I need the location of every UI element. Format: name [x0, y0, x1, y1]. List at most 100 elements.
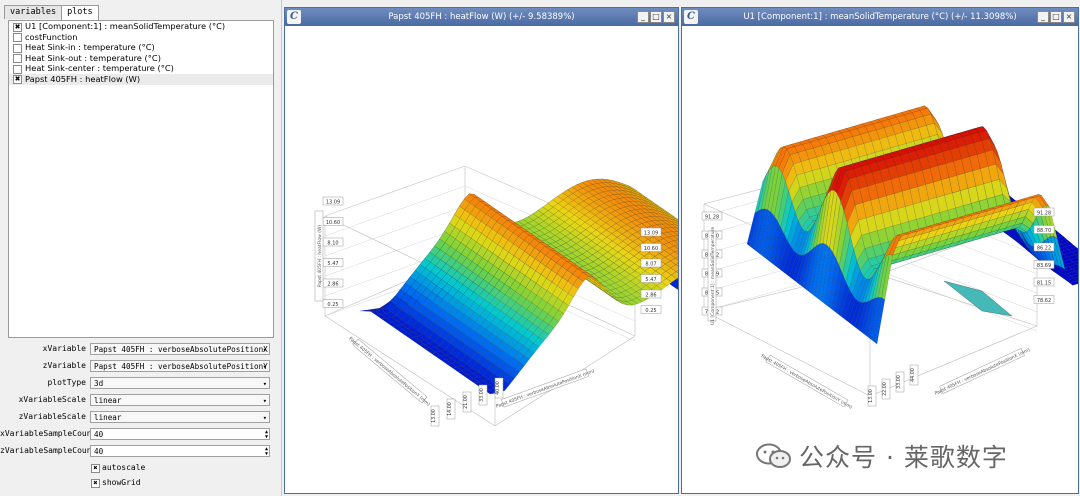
surface-plot-3d[interactable]: 13.09 10.60 8.10 5.47 2.86 0.25 13.09 10.60 8.07… — [285, 26, 678, 493]
z-axis-title: Papst 405FH : heatFlow (W) — [317, 225, 323, 288]
z-variable-select[interactable]: Papst 405FH : verboseAbsolutePositionY (… — [90, 360, 270, 372]
dropdown-arrow-icon: ▾ — [262, 414, 267, 422]
z-scale-select[interactable]: linear ▾ — [90, 411, 270, 423]
x-variable-label: xVariable — [42, 344, 86, 353]
plot-list-item[interactable]: Heat Sink-center : temperature (°C) — [9, 63, 273, 74]
checkbox-checked-icon: ✖ — [91, 479, 100, 488]
y-axis-tick-label: 5.47 — [327, 261, 338, 267]
x-sample-value: 40 — [94, 430, 104, 439]
x-axis-tick-label: 33.00 — [896, 375, 902, 389]
x-scale-select[interactable]: linear ▾ — [90, 394, 270, 406]
depth-axis-title: Papst 405FH : verboseAbsolutePositionY (… — [760, 353, 853, 410]
x-variable-value: Papst 405FH : verboseAbsolutePositionX (… — [94, 345, 269, 354]
checkbox-unchecked-icon[interactable] — [13, 54, 22, 64]
dropdown-arrow-icon: ▾ — [262, 346, 267, 354]
maximize-button[interactable]: □ — [650, 11, 662, 23]
plot-window-temperature[interactable]: C U1 [Component:1] : meanSolidTemperatur… — [681, 7, 1079, 494]
y-axis-tick-label: 0.25 — [327, 302, 338, 308]
dropdown-arrow-icon: ▾ — [262, 397, 267, 405]
surface-plot-3d[interactable]: 91.2888.7086.2283.6981.1578.6291.2888.70… — [682, 26, 1078, 493]
show-grid-row: ✖ showGrid — [0, 476, 281, 490]
axis-box-line — [703, 310, 871, 397]
x-axis-tick-label: 44.00 — [910, 368, 916, 382]
minimize-button[interactable]: _ — [1037, 11, 1049, 23]
autoscale-row: ✖ autoscale — [0, 461, 281, 475]
y-axis-tick-label: 13.09 — [644, 230, 658, 236]
dropdown-arrow-icon: ▾ — [262, 380, 267, 388]
z-scale-label: zVariableScale — [18, 412, 86, 421]
plot-list-item-label: Heat Sink-out : temperature (°C) — [25, 52, 161, 63]
plot-list[interactable]: ✖ U1 [Component:1] : meanSolidTemperature… — [8, 20, 274, 338]
plot-type-value: 3d — [94, 379, 104, 388]
plot-type-select[interactable]: 3d ▾ — [90, 377, 270, 389]
y-axis-tick-label: 91.28 — [1037, 210, 1051, 216]
x-axis-tick-label: 21.00 — [463, 395, 469, 409]
x-scale-value: linear — [94, 396, 122, 405]
window-title: Papst 405FH : heatFlow (W) (+/- 9.58389%… — [388, 12, 575, 22]
x-sample-row: xVariableSampleCount 40 ▲ ▼ — [0, 427, 281, 441]
plot-window-heatflow[interactable]: C Papst 405FH : heatFlow (W) (+/- 9.5838… — [284, 7, 679, 494]
z-sample-row: zVariableSampleCount 40 ▲ ▼ — [0, 444, 281, 458]
checkbox-unchecked-icon[interactable] — [13, 43, 22, 53]
x-axis-tick-label: 22.00 — [882, 382, 888, 396]
y-axis-tick-label: 0.25 — [645, 308, 656, 314]
y-axis-tick-label: 91.28 — [705, 214, 719, 220]
checkbox-unchecked-icon[interactable] — [13, 64, 22, 74]
x-variable-row: xVariable Papst 405FH : verboseAbsoluteP… — [0, 342, 281, 356]
z-variable-value: Papst 405FH : verboseAbsolutePositionY (… — [94, 362, 269, 371]
z-sample-spinbox[interactable]: 40 ▲ ▼ — [90, 445, 270, 457]
y-axis-tick-label: 86.22 — [1037, 245, 1051, 251]
close-button[interactable]: × — [663, 11, 675, 23]
tab-plots[interactable]: plots — [61, 5, 99, 20]
y-axis-tick-label: 78.62 — [1037, 298, 1051, 304]
plot-list-item[interactable]: ✖ U1 [Component:1] : meanSolidTemperature… — [9, 21, 273, 32]
x-axis-tick-label: 13.00 — [868, 389, 874, 403]
x-sample-spinbox[interactable]: 40 ▲ ▼ — [90, 428, 270, 440]
y-axis-tick-label: 2.86 — [645, 292, 656, 298]
x-axis-tick-label: 13.00 — [431, 409, 437, 423]
z-variable-label: zVariable — [42, 361, 86, 370]
wechat-icon — [756, 443, 791, 468]
watermark-text: 公众号 · 莱歌数字 — [799, 443, 1008, 472]
x-axis-tick-label: 40.00 — [495, 381, 501, 395]
dropdown-arrow-icon: ▾ — [262, 363, 267, 371]
plot-list-item-label: Papst 405FH : heatFlow (W) — [25, 73, 141, 84]
x-axis-tick-label: 33.00 — [479, 388, 485, 402]
plot-list-item[interactable]: ✖ Papst 405FH : heatFlow (W) — [9, 73, 273, 85]
x-axis-tick-label: 14.00 — [447, 402, 453, 416]
plot-list-item[interactable]: Heat Sink-in : temperature (°C) — [9, 42, 273, 53]
autoscale-checkbox[interactable]: ✖ autoscale — [90, 461, 145, 475]
close-button[interactable]: × — [1063, 11, 1075, 23]
y-axis-tick-label: 13.09 — [326, 199, 340, 205]
left-panel: variables plots ✖ U1 [Component:1] : mean… — [0, 0, 282, 496]
plot-list-item-label: Heat Sink-in : temperature (°C) — [25, 42, 155, 53]
x-variable-select[interactable]: Papst 405FH : verboseAbsolutePositionX (… — [90, 343, 270, 355]
y-axis-tick-label: 81.15 — [1037, 280, 1051, 286]
plot-list-item[interactable]: costFunction — [9, 32, 273, 43]
y-axis-tick-label: 2.86 — [327, 281, 338, 287]
app-icon: C — [684, 10, 698, 24]
spin-down-icon[interactable]: ▼ — [265, 435, 268, 440]
window-titlebar[interactable]: C Papst 405FH : heatFlow (W) (+/- 9.5838… — [285, 8, 678, 26]
checkbox-checked-icon[interactable]: ✖ — [13, 22, 22, 32]
y-axis-tick-label: 10.60 — [644, 246, 658, 252]
autoscale-label: autoscale — [102, 463, 146, 472]
window-controls: _ □ × — [1037, 11, 1075, 23]
plot-list-item[interactable]: Heat Sink-out : temperature (°C) — [9, 53, 273, 64]
tab-variables[interactable]: variables — [4, 5, 63, 19]
z-scale-row: zVariableScale linear ▾ — [0, 410, 281, 424]
y-axis-tick-label: 83.69 — [1037, 263, 1051, 269]
plot-type-row: plotType 3d ▾ — [0, 376, 281, 390]
show-grid-checkbox[interactable]: ✖ showGrid — [90, 476, 141, 490]
show-grid-label: showGrid — [102, 478, 141, 487]
z-scale-value: linear — [94, 413, 122, 422]
y-axis-tick-label: 8.07 — [645, 261, 656, 267]
checkbox-unchecked-icon[interactable] — [13, 33, 22, 43]
spin-down-icon[interactable]: ▼ — [265, 452, 268, 457]
grid-line — [866, 265, 1038, 332]
z-variable-row: zVariable Papst 405FH : verboseAbsoluteP… — [0, 359, 281, 373]
window-titlebar[interactable]: C U1 [Component:1] : meanSolidTemperatur… — [682, 8, 1078, 26]
checkbox-checked-icon[interactable]: ✖ — [13, 75, 22, 85]
maximize-button[interactable]: □ — [1050, 11, 1062, 23]
minimize-button[interactable]: _ — [637, 11, 649, 23]
